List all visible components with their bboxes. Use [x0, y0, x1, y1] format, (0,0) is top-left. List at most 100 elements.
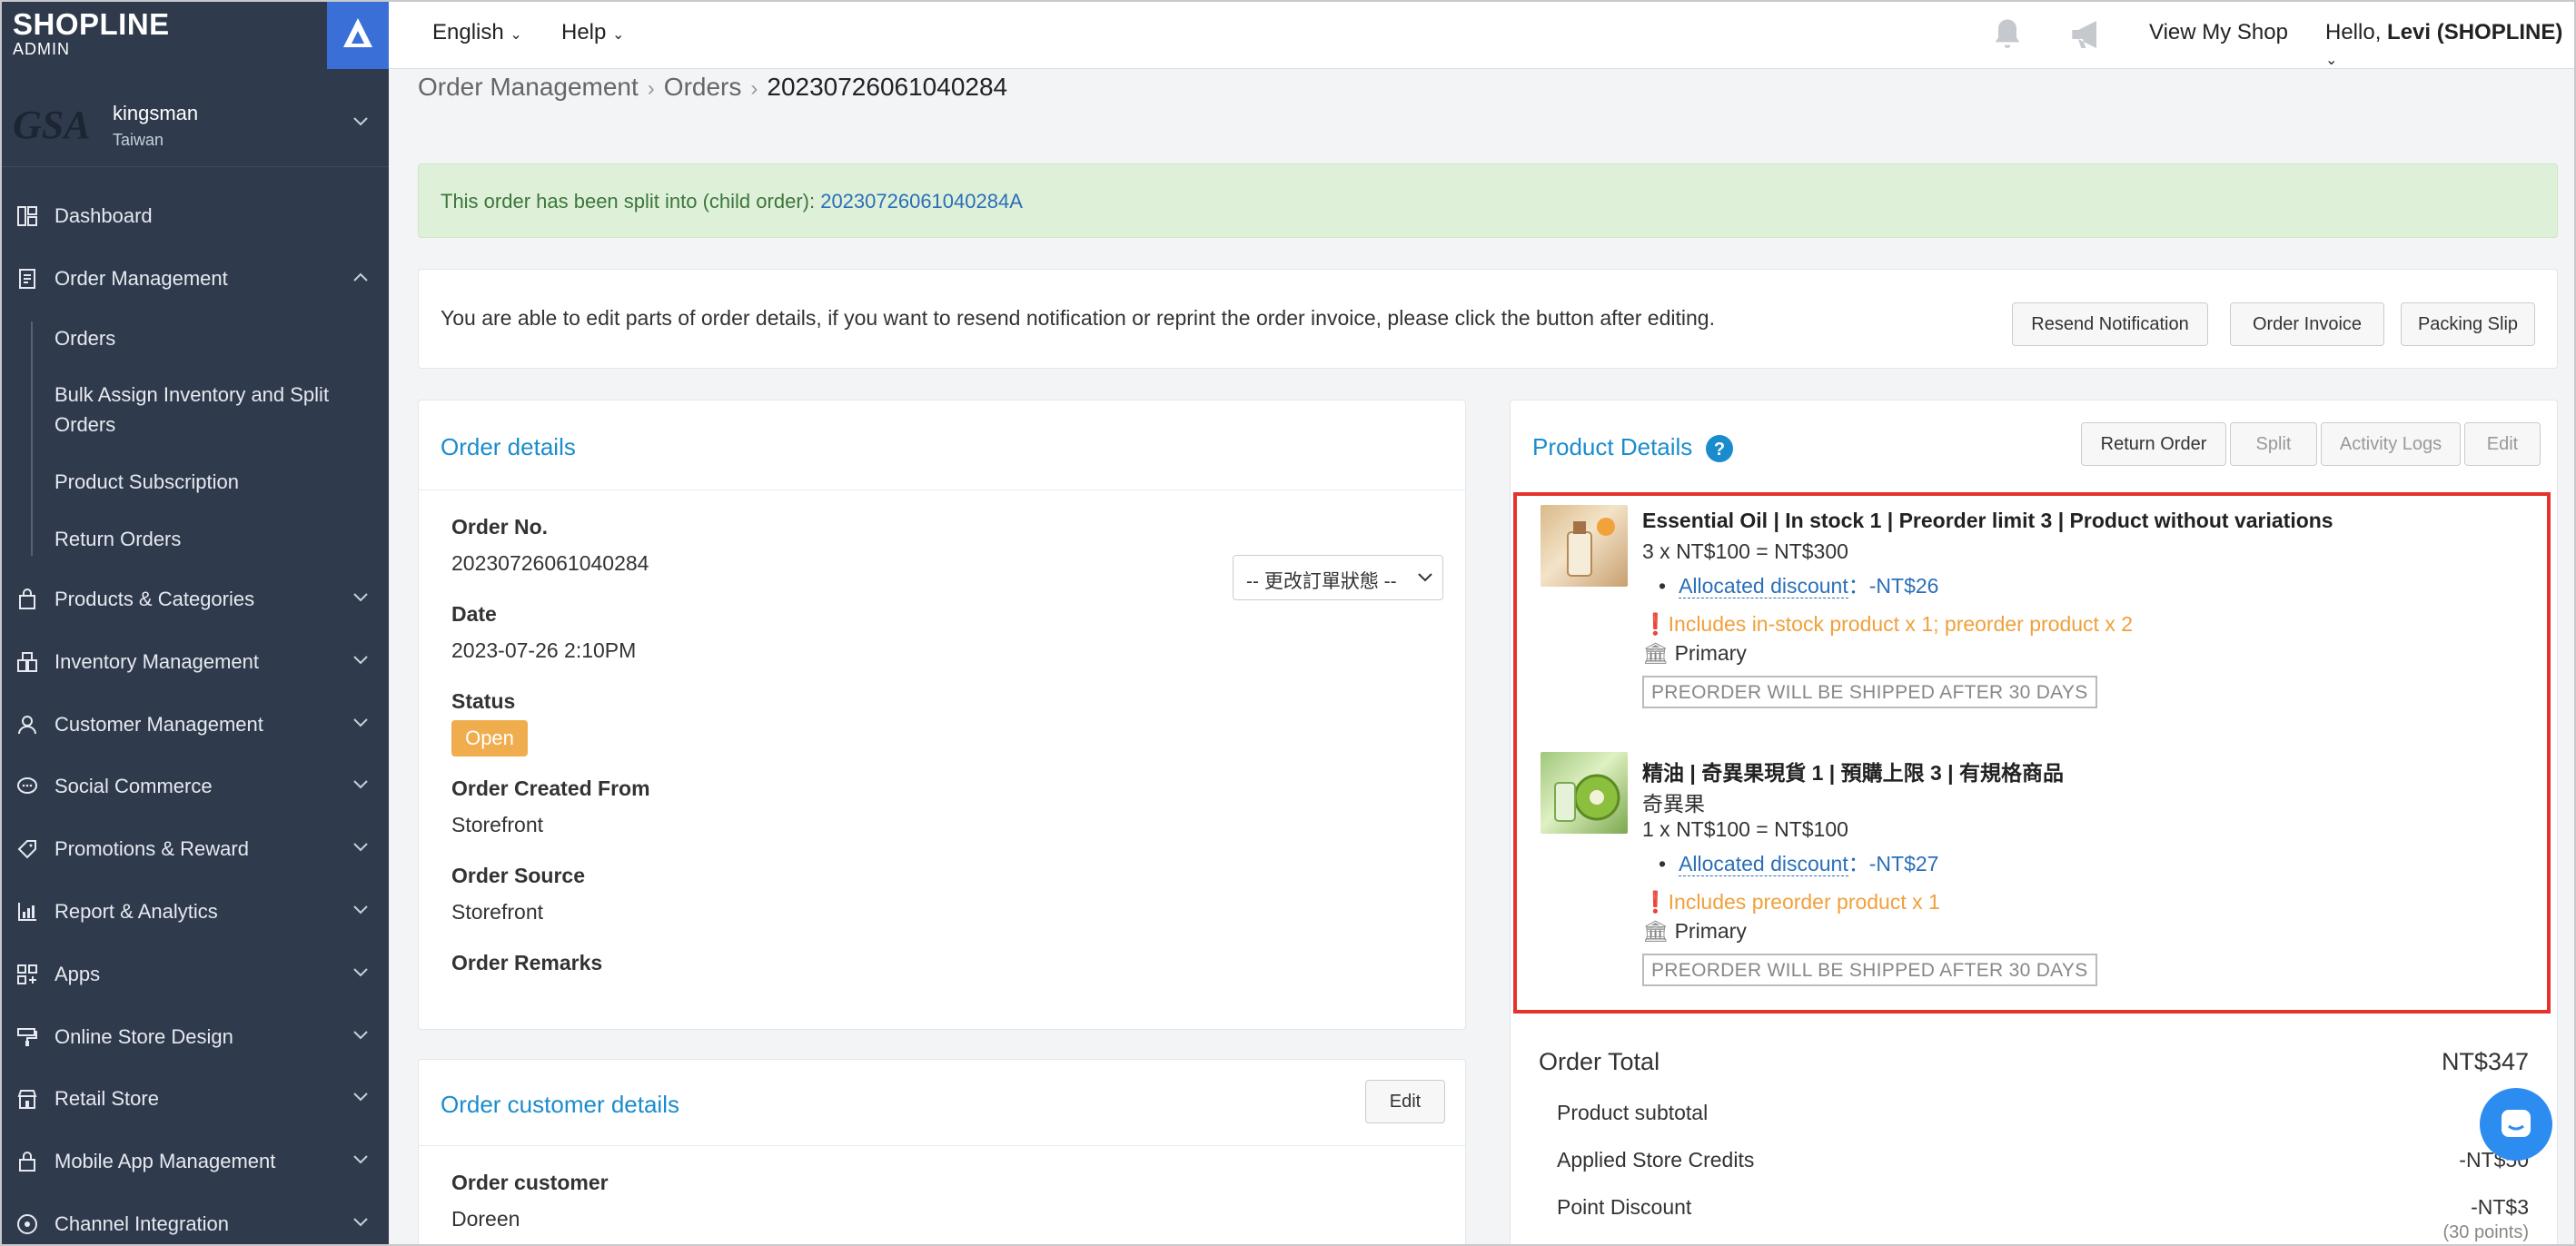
store-credits-label: Applied Store Credits: [1557, 1148, 1755, 1172]
packing-slip-button[interactable]: Packing Slip: [2401, 302, 2535, 346]
stock-warning-text: Includes in-stock product x 1; preorder …: [1668, 612, 2134, 636]
view-my-shop-link[interactable]: View My Shop: [2149, 20, 2288, 45]
order-no-value: 20230726061040284: [451, 551, 649, 575]
order-status-select[interactable]: -- 更改訂單狀態 --: [1233, 555, 1443, 600]
svg-text:?: ?: [1713, 440, 1724, 460]
sidebar-item-label: Channel Integration: [54, 1212, 230, 1235]
date-label: Date: [451, 602, 497, 626]
allocated-discount-value: ：-NT$27: [1848, 852, 1939, 875]
chat-launcher-button[interactable]: [2480, 1088, 2552, 1161]
order-no-label: Order No.: [451, 515, 549, 539]
chevron-down-icon: [353, 656, 368, 665]
chat-icon: [2502, 1110, 2531, 1137]
megaphone-icon[interactable]: [2067, 16, 2107, 57]
order-invoice-button[interactable]: Order Invoice: [2230, 302, 2384, 346]
customer-details-title: Order customer details: [441, 1091, 679, 1118]
sidebar-item-label: Apps: [54, 963, 101, 985]
child-order-link[interactable]: 20230726061040284A: [820, 190, 1023, 213]
language-dropdown[interactable]: English ⌄: [432, 20, 522, 45]
user-name: Levi (SHOPLINE): [2387, 20, 2563, 44]
shop-switcher[interactable]: GSA kingsman Taiwan: [0, 84, 389, 167]
split-order-alert: This order has been split into (child or…: [418, 163, 2558, 238]
dashboard-icon: [0, 205, 54, 227]
warehouse-icon: 🏛: [1642, 641, 1669, 665]
stock-warning: ❗Includes preorder product x 1: [1642, 890, 1940, 915]
allocated-discount-link[interactable]: Allocated discount: [1679, 574, 1848, 598]
sidebar-item-customers[interactable]: Customer Management: [0, 697, 389, 752]
sidebar-item-label: Products & Categories: [54, 588, 255, 610]
activity-logs-button[interactable]: Activity Logs: [2321, 422, 2461, 466]
shop-avatar: GSA: [13, 103, 91, 147]
warehouse: 🏛 Primary: [1642, 919, 1747, 944]
edit-products-button[interactable]: Edit: [2464, 422, 2541, 466]
allocated-discount-link[interactable]: Allocated discount: [1679, 852, 1848, 876]
shop-name: kingsman: [113, 102, 199, 124]
user-icon: [0, 714, 54, 736]
warehouse: 🏛 Primary: [1642, 641, 1747, 666]
order-customer-value: Doreen: [451, 1207, 520, 1231]
chevron-down-icon: ⌄: [510, 27, 522, 43]
bell-icon[interactable]: [1989, 16, 2026, 57]
sidebar-item-inventory[interactable]: Inventory Management: [0, 635, 389, 689]
sidebar-item-label: Mobile App Management: [54, 1150, 276, 1172]
product-name[interactable]: Essential Oil | In stock 1 | Preorder li…: [1642, 509, 2333, 533]
split-button[interactable]: Split: [2230, 422, 2317, 466]
sidebar-item-order-management[interactable]: Order Management: [0, 252, 389, 306]
chevron-up-icon: [353, 272, 368, 282]
sidebar-item-products[interactable]: Products & Categories: [0, 572, 389, 627]
oil-bottle-icon: [1567, 518, 1615, 577]
app-switcher-icon[interactable]: [327, 0, 389, 69]
greeting: Hello,: [2325, 20, 2388, 44]
sidebar-item-dashboard[interactable]: Dashboard: [0, 189, 389, 243]
sidebar-subitem-bulk-assign[interactable]: Bulk Assign Inventory and Split Orders: [54, 380, 354, 440]
sidebar-item-label: Dashboard: [54, 204, 153, 227]
sidebar-item-apps[interactable]: Apps: [0, 947, 389, 1002]
sidebar-subitem-product-subscription[interactable]: Product Subscription: [54, 467, 354, 497]
chevron-down-icon: [353, 593, 368, 602]
product-variation: 奇異果: [1642, 792, 1705, 816]
point-discount-note: (30 points): [2442, 1222, 2530, 1242]
order-total-value: NT$347: [2441, 1048, 2529, 1075]
user-menu[interactable]: Hello, Levi (SHOPLINE) ⌄: [2325, 20, 2576, 71]
sidebar-item-label: Social Commerce: [54, 775, 213, 797]
resend-notification-button[interactable]: Resend Notification: [2012, 302, 2208, 346]
sidebar-item-label: Report & Analytics: [54, 900, 218, 923]
edit-info-box: You are able to edit parts of order deta…: [418, 269, 2558, 369]
product-list-highlight: Essential Oil | In stock 1 | Preorder li…: [1513, 492, 2551, 1014]
product-image[interactable]: [1541, 752, 1628, 834]
status-select-value: -- 更改訂單狀態 --: [1246, 571, 1397, 592]
sidebar-item-channel-integration[interactable]: Channel Integration: [0, 1197, 389, 1246]
product-qty-line: 1 x NT$100 = NT$100: [1642, 817, 1848, 841]
breadcrumb-root[interactable]: Order Management: [418, 73, 639, 101]
return-order-button[interactable]: Return Order: [2081, 422, 2226, 466]
shopline-logo[interactable]: SHOPLINE ADMIN: [13, 7, 170, 59]
help-label: Help: [561, 20, 607, 44]
breadcrumb-separator: ›: [647, 76, 655, 101]
bullet: •: [1659, 574, 1667, 598]
product-image[interactable]: [1541, 505, 1628, 587]
chevron-down-icon: [353, 1218, 368, 1227]
stock-warning-text: Includes preorder product x 1: [1668, 890, 1940, 914]
order-details-title: Order details: [441, 433, 576, 460]
breadcrumb-separator: ›: [750, 76, 758, 101]
order-source-value: Storefront: [451, 900, 543, 924]
order-total-label: Order Total: [1539, 1048, 1660, 1075]
help-icon[interactable]: ?: [1705, 434, 1734, 463]
sidebar-item-online-store-design[interactable]: Online Store Design: [0, 1010, 389, 1064]
product-name[interactable]: 精油 | 奇異果現貨 1 | 預購上限 3 | 有規格商品: [1642, 756, 2064, 786]
help-dropdown[interactable]: Help ⌄: [561, 20, 624, 45]
sidebar-subitem-orders[interactable]: Orders: [54, 323, 354, 353]
sidebar-item-retail-store[interactable]: Retail Store: [0, 1072, 389, 1126]
sidebar-item-social-commerce[interactable]: Social Commerce: [0, 759, 389, 814]
sidebar-item-reports[interactable]: Report & Analytics: [0, 885, 389, 939]
warehouse-name: Primary: [1674, 919, 1747, 943]
edit-customer-button[interactable]: Edit: [1365, 1080, 1445, 1123]
allocated-discount: • Allocated discount：-NT$27: [1659, 846, 1938, 877]
chevron-down-icon: [353, 1093, 368, 1102]
breadcrumb-orders[interactable]: Orders: [664, 73, 742, 101]
chevron-down-icon: [353, 780, 368, 789]
sidebar-item-mobile-app[interactable]: Mobile App Management: [0, 1134, 389, 1189]
sidebar-item-label: Customer Management: [54, 713, 263, 736]
sidebar-item-promotions[interactable]: Promotions & Reward: [0, 822, 389, 876]
sidebar-subitem-return-orders[interactable]: Return Orders: [54, 524, 354, 554]
